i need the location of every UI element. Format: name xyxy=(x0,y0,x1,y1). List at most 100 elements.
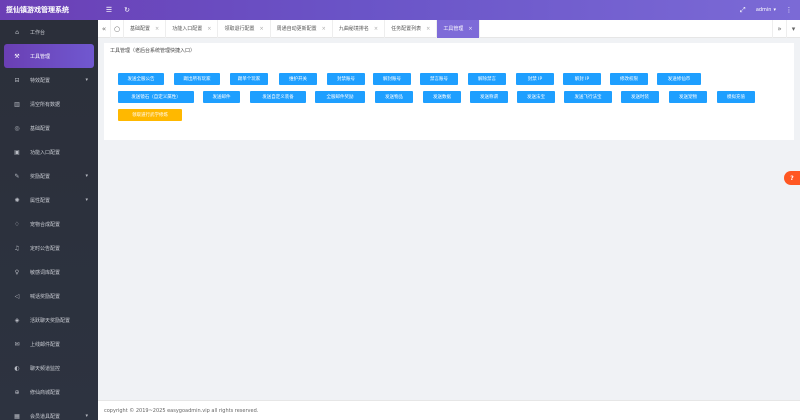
chevron-down-icon: ▾ xyxy=(85,197,88,203)
user-menu[interactable]: admin ▾ xyxy=(756,7,776,13)
sidebar-item-label: 工具管理 xyxy=(30,53,51,60)
close-icon[interactable]: × xyxy=(207,26,211,32)
tabs-scroll-right-icon[interactable]: » xyxy=(772,20,786,38)
vip-icon: ▦ xyxy=(14,412,20,420)
more-icon[interactable]: ⋮ xyxy=(782,3,796,17)
tab-label: 领取退行配置 xyxy=(224,26,255,32)
claim-martial-training-button[interactable]: 领取道行武学修炼 xyxy=(118,109,182,121)
sidebar-item-label: 活跃聊天奖励配置 xyxy=(30,317,71,324)
diamond-icon: ♢ xyxy=(14,220,20,228)
send-flying-artifact-button[interactable]: 发送飞行法宝 xyxy=(564,91,612,103)
tab-claim-config[interactable]: 领取退行配置 × xyxy=(218,19,271,38)
sidebar-item-workbench[interactable]: ⌂ 工作台 xyxy=(0,20,98,44)
sidebar-item-chat-monitor[interactable]: ◐ 聊天频道监控 xyxy=(0,356,98,380)
close-icon[interactable]: × xyxy=(374,26,378,32)
home-icon: ⌂ xyxy=(15,28,19,36)
close-icon[interactable]: × xyxy=(468,26,472,32)
sidebar-item-label: 特效配置 xyxy=(30,77,51,84)
feedback-icon[interactable]: ? xyxy=(784,171,800,185)
edit-permission-button[interactable]: 修改权限 xyxy=(610,73,648,85)
app-title: 揽仙镇游戏管理系统 xyxy=(6,6,69,14)
send-data-button[interactable]: 发送数据 xyxy=(423,91,461,103)
sidebar-item-label: 敏感词库配置 xyxy=(30,269,61,276)
ban-ip-button[interactable]: 封禁 IP xyxy=(516,73,554,85)
sidebar-item-chat-reward[interactable]: ◈ 活跃聊天奖励配置 xyxy=(0,308,98,332)
sidebar-item-timed-notice[interactable]: ♫ 定时公告配置 xyxy=(0,236,98,260)
send-custom-equipment-button[interactable]: 发送自定义装备 xyxy=(250,91,306,103)
tab-task-config[interactable]: 任务配置列表 × xyxy=(385,19,438,38)
sidebar-item-label: 基础配置 xyxy=(30,125,51,132)
mute-account-button[interactable]: 禁言账号 xyxy=(420,73,458,85)
sidebar-item-basic-config[interactable]: ◎ 基础配置 xyxy=(0,116,98,140)
kick-player-button[interactable]: 踢单个玩家 xyxy=(230,73,268,85)
sidebar-item-sensitive-words[interactable]: ♀ 敏感词库配置 xyxy=(0,260,98,284)
send-title-button[interactable]: 发送称谓 xyxy=(470,91,508,103)
effect-icon: ⊟ xyxy=(14,76,20,84)
tab-auto-update-config[interactable]: 周通自动更新配置 × xyxy=(271,19,333,38)
sidebar-item-reward-config[interactable]: ✎ 奖励配置 ▾ xyxy=(0,164,98,188)
card-title: 工具管理（老后台系统管理快捷入口） xyxy=(110,48,196,54)
send-currency-button[interactable]: 发送修仙币 xyxy=(657,73,701,85)
attribute-icon: ✺ xyxy=(14,196,20,204)
send-artifact-button[interactable]: 发送法宝 xyxy=(517,91,555,103)
unmute-button[interactable]: 解除禁言 xyxy=(468,73,506,85)
tab-label: 基础配置 xyxy=(130,26,151,32)
sidebar-item-attribute-config[interactable]: ✺ 属性配置 ▾ xyxy=(0,188,98,212)
simulate-recharge-button[interactable]: 模拟充值 xyxy=(717,91,755,103)
refresh-icon[interactable]: ↻ xyxy=(120,3,134,17)
home-tab-icon[interactable]: ○ xyxy=(111,19,124,38)
sidebar-item-login-mail[interactable]: ✉ 上线邮件配置 xyxy=(0,332,98,356)
send-item-button[interactable]: 发送物品 xyxy=(375,91,413,103)
sidebar-item-effects[interactable]: ⊟ 特效配置 ▾ xyxy=(0,68,98,92)
tab-entry-config[interactable]: 功能入口配置 × xyxy=(166,19,219,38)
sidebar-item-label: 属性配置 xyxy=(30,197,51,204)
tab-tools[interactable]: 工具管理 × xyxy=(437,19,480,38)
user-name: admin xyxy=(755,7,772,13)
hamburger-icon[interactable]: ☰ xyxy=(102,3,116,17)
sidebar-item-shout-reward[interactable]: ◁ 喊话奖励配置 xyxy=(0,284,98,308)
sidebar-item-pet-merge[interactable]: ♢ 宠物合成配置 xyxy=(0,212,98,236)
sidebar-item-shop-config[interactable]: ⊕ 修仙商城配置 xyxy=(0,380,98,404)
sidebar-item-tools[interactable]: ⚒ 工具管理 xyxy=(4,44,94,68)
top-header: 揽仙镇游戏管理系统 ☰ ↻ ⤢ admin ▾ ⋮ xyxy=(0,0,800,20)
copyright-text: copyright © 2019~2025 easygoadmin.vip al… xyxy=(104,407,259,414)
button-row: 发送镜石（自定义属性） 发送邮件 发送自定义装备 全服邮件奖励 发送物品 发送数… xyxy=(118,91,788,103)
fullscreen-icon[interactable]: ⤢ xyxy=(736,3,750,17)
tab-basic-config[interactable]: 基础配置 × xyxy=(124,19,167,38)
unban-ip-button[interactable]: 解封 IP xyxy=(563,73,601,85)
maintenance-toggle-button[interactable]: 维护开关 xyxy=(279,73,317,85)
send-mail-button[interactable]: 发送邮件 xyxy=(203,91,240,103)
tabs-scroll-left-icon[interactable]: « xyxy=(98,19,111,38)
sidebar-item-label: 功能入口配置 xyxy=(30,149,61,156)
send-mirror-stone-button[interactable]: 发送镜石（自定义属性） xyxy=(118,91,194,103)
sidebar-item-label: 定时公告配置 xyxy=(30,245,61,252)
server-mail-reward-button[interactable]: 全服邮件奖励 xyxy=(315,91,365,103)
sidebar-item-entry-config[interactable]: ▣ 功能入口配置 xyxy=(0,140,98,164)
sidebar-item-vip-items[interactable]: ▦ 会员道具配置 ▾ xyxy=(0,404,98,420)
speaker-icon: ◁ xyxy=(14,292,20,300)
close-icon[interactable]: × xyxy=(322,26,326,32)
footer: copyright © 2019~2025 easygoadmin.vip al… xyxy=(98,400,800,420)
close-icon[interactable]: × xyxy=(426,26,430,32)
sidebar-item-clear-data[interactable]: ▥ 清空所有数据 xyxy=(0,92,98,116)
chevron-down-icon: ▾ xyxy=(85,413,88,419)
tab-bar: « ○ 基础配置 × 功能入口配置 × 领取退行配置 × 周通自动更新配置 × 九曲秘境… xyxy=(98,19,800,38)
close-icon[interactable]: × xyxy=(259,26,263,32)
ban-account-button[interactable]: 封禁账号 xyxy=(327,73,365,85)
monitor-icon: ◐ xyxy=(14,364,20,372)
send-pet-button[interactable]: 发送宠物 xyxy=(669,91,707,103)
bell-icon: ♫ xyxy=(14,244,20,252)
tool-buttons: 发送全服公告 踢出所有玩家 踢单个玩家 维护开关 封禁账号 解封账号 禁言账号 … xyxy=(118,73,788,127)
chevron-down-icon: ▾ xyxy=(85,173,88,179)
tab-secret-rank[interactable]: 九曲秘境排名 × xyxy=(333,19,386,38)
tool-icon: ⚒ xyxy=(14,52,20,60)
tabs-dropdown-icon[interactable]: ▾ xyxy=(786,20,800,38)
unban-account-button[interactable]: 解封账号 xyxy=(373,73,411,85)
send-server-notice-button[interactable]: 发送全服公告 xyxy=(118,73,164,85)
kick-all-players-button[interactable]: 踢出所有玩家 xyxy=(174,73,220,85)
send-costume-button[interactable]: 发送时装 xyxy=(621,91,659,103)
chevron-down-icon: ▾ xyxy=(85,77,88,83)
tab-label: 功能入口配置 xyxy=(172,26,203,32)
close-icon[interactable]: × xyxy=(155,26,159,32)
tools-card: 工具管理（老后台系统管理快捷入口） 发送全服公告 踢出所有玩家 踢单个玩家 维护… xyxy=(104,43,794,140)
